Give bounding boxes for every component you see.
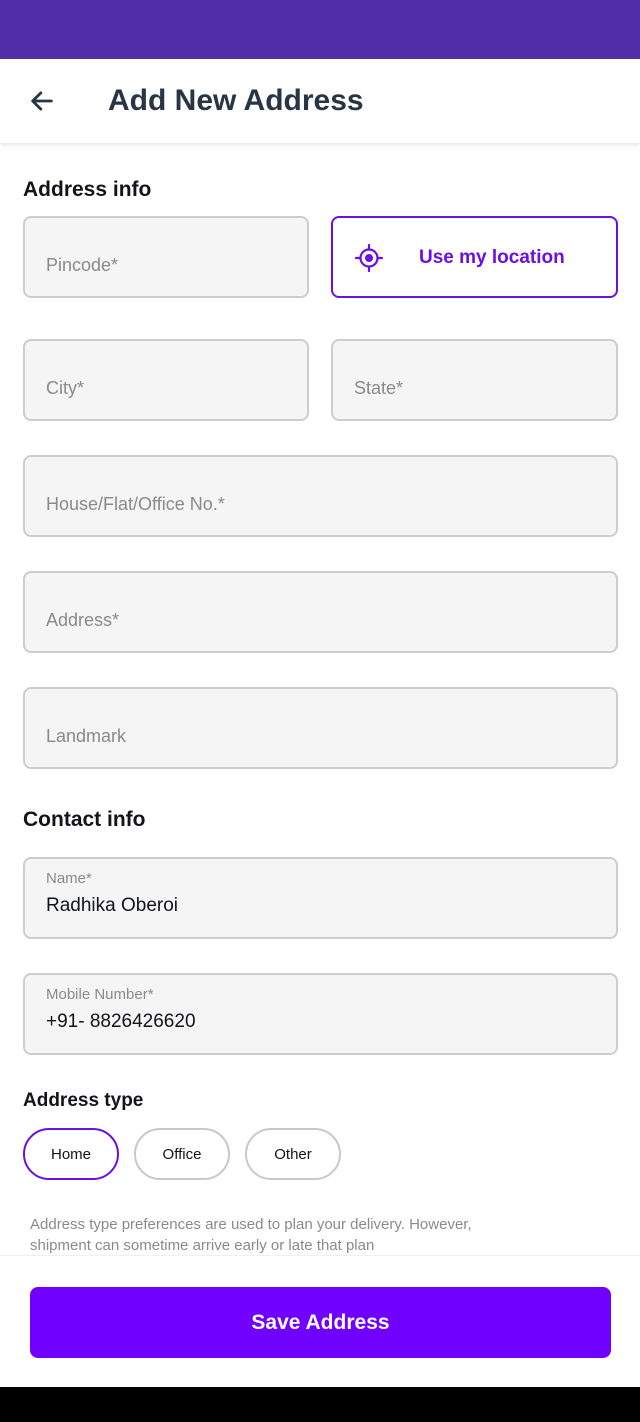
mobile-number-field[interactable]: Mobile Number* +91- 8826426620 bbox=[23, 973, 618, 1055]
name-value: Radhika Oberoi bbox=[46, 895, 179, 916]
city-placeholder: City* bbox=[46, 378, 85, 398]
state-field[interactable]: State* bbox=[331, 339, 618, 421]
address-type-home-chip[interactable]: Home bbox=[23, 1128, 119, 1180]
landmark-field[interactable]: Landmark bbox=[23, 687, 618, 769]
use-my-location-button[interactable]: Use my location bbox=[331, 216, 618, 298]
system-navigation-bar bbox=[0, 1387, 640, 1422]
bottom-action-panel: Save Address bbox=[0, 1255, 640, 1387]
contact-info-heading: Contact info bbox=[23, 808, 146, 831]
save-address-button[interactable]: Save Address bbox=[30, 1287, 611, 1358]
mobile-number-value: +91- 8826426620 bbox=[46, 1011, 196, 1032]
state-placeholder: State* bbox=[354, 378, 404, 398]
address-type-heading: Address type bbox=[23, 1090, 144, 1111]
status-bar bbox=[0, 0, 640, 59]
address-type-other-chip[interactable]: Other bbox=[245, 1128, 341, 1180]
name-label: Name* bbox=[46, 870, 92, 887]
city-field[interactable]: City* bbox=[23, 339, 309, 421]
address-type-office-chip[interactable]: Office bbox=[134, 1128, 230, 1180]
arrow-left-icon bbox=[31, 91, 53, 111]
crosshair-location-icon bbox=[355, 244, 383, 272]
use-my-location-label: Use my location bbox=[419, 247, 565, 268]
app-bar: Add New Address bbox=[0, 59, 640, 143]
address-placeholder: Address* bbox=[46, 610, 120, 630]
mobile-number-label: Mobile Number* bbox=[46, 986, 154, 1003]
house-flat-office-field[interactable]: House/Flat/Office No.* bbox=[23, 455, 618, 537]
landmark-placeholder: Landmark bbox=[46, 726, 127, 746]
pincode-placeholder: Pincode* bbox=[46, 255, 119, 275]
address-info-heading: Address info bbox=[23, 178, 152, 201]
house-placeholder: House/Flat/Office No.* bbox=[46, 494, 225, 514]
address-type-note: Address type preferences are used to pla… bbox=[30, 1216, 472, 1254]
page-title: Add New Address bbox=[108, 84, 364, 117]
name-field[interactable]: Name* Radhika Oberoi bbox=[23, 857, 618, 939]
back-button[interactable] bbox=[22, 81, 62, 121]
address-field[interactable]: Address* bbox=[23, 571, 618, 653]
pincode-field[interactable]: Pincode* bbox=[23, 216, 309, 298]
